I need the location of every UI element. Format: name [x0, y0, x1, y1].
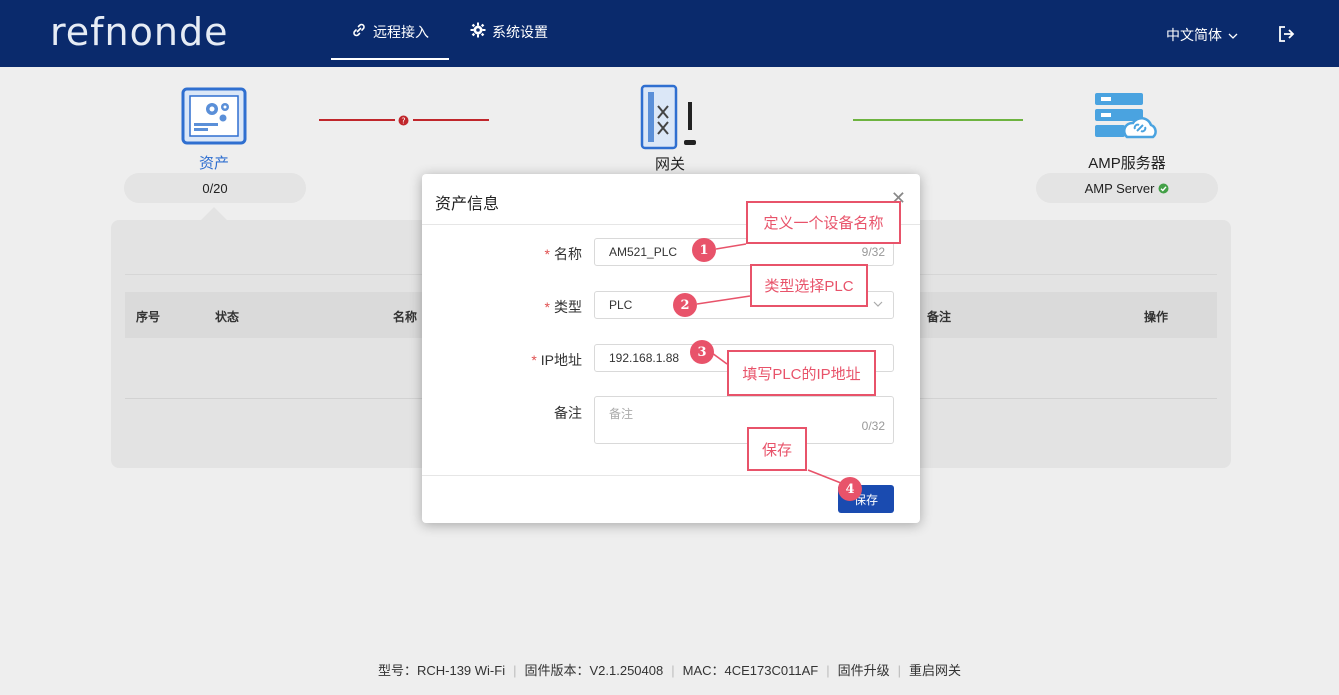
remark-field-label: 备注 — [554, 405, 582, 421]
name-char-count: 9/32 — [861, 245, 885, 259]
ip-input-value: 192.168.1.88 — [609, 351, 680, 365]
annotation-badge-3: 3 — [690, 340, 714, 364]
annotation-callout-2: 类型选择PLC — [750, 264, 868, 307]
remark-char-count: 0/32 — [861, 419, 885, 433]
annotation-callout-3: 填写PLC的IP地址 — [727, 350, 876, 396]
annotation-callout-4: 保存 — [747, 427, 807, 471]
remark-placeholder: 备注 — [609, 407, 634, 421]
remark-textarea[interactable]: 备注 0/32 — [594, 396, 894, 444]
annotation-callout-1: 定义一个设备名称 — [746, 201, 901, 244]
annotation-badge-1: 1 — [692, 238, 716, 262]
ip-field-label: * IP地址 — [531, 352, 582, 368]
name-input-value: AM521_PLC — [609, 245, 678, 259]
dialog-footer-divider — [422, 475, 920, 476]
chevron-down-icon — [873, 301, 883, 307]
type-select-value: PLC — [609, 298, 633, 312]
annotation-badge-4: 4 — [838, 477, 862, 501]
name-field-label: * 名称 — [544, 246, 582, 262]
dialog-title: 资产信息 — [435, 196, 500, 213]
type-field-label: * 类型 — [544, 299, 582, 315]
annotation-badge-2: 2 — [673, 293, 697, 317]
